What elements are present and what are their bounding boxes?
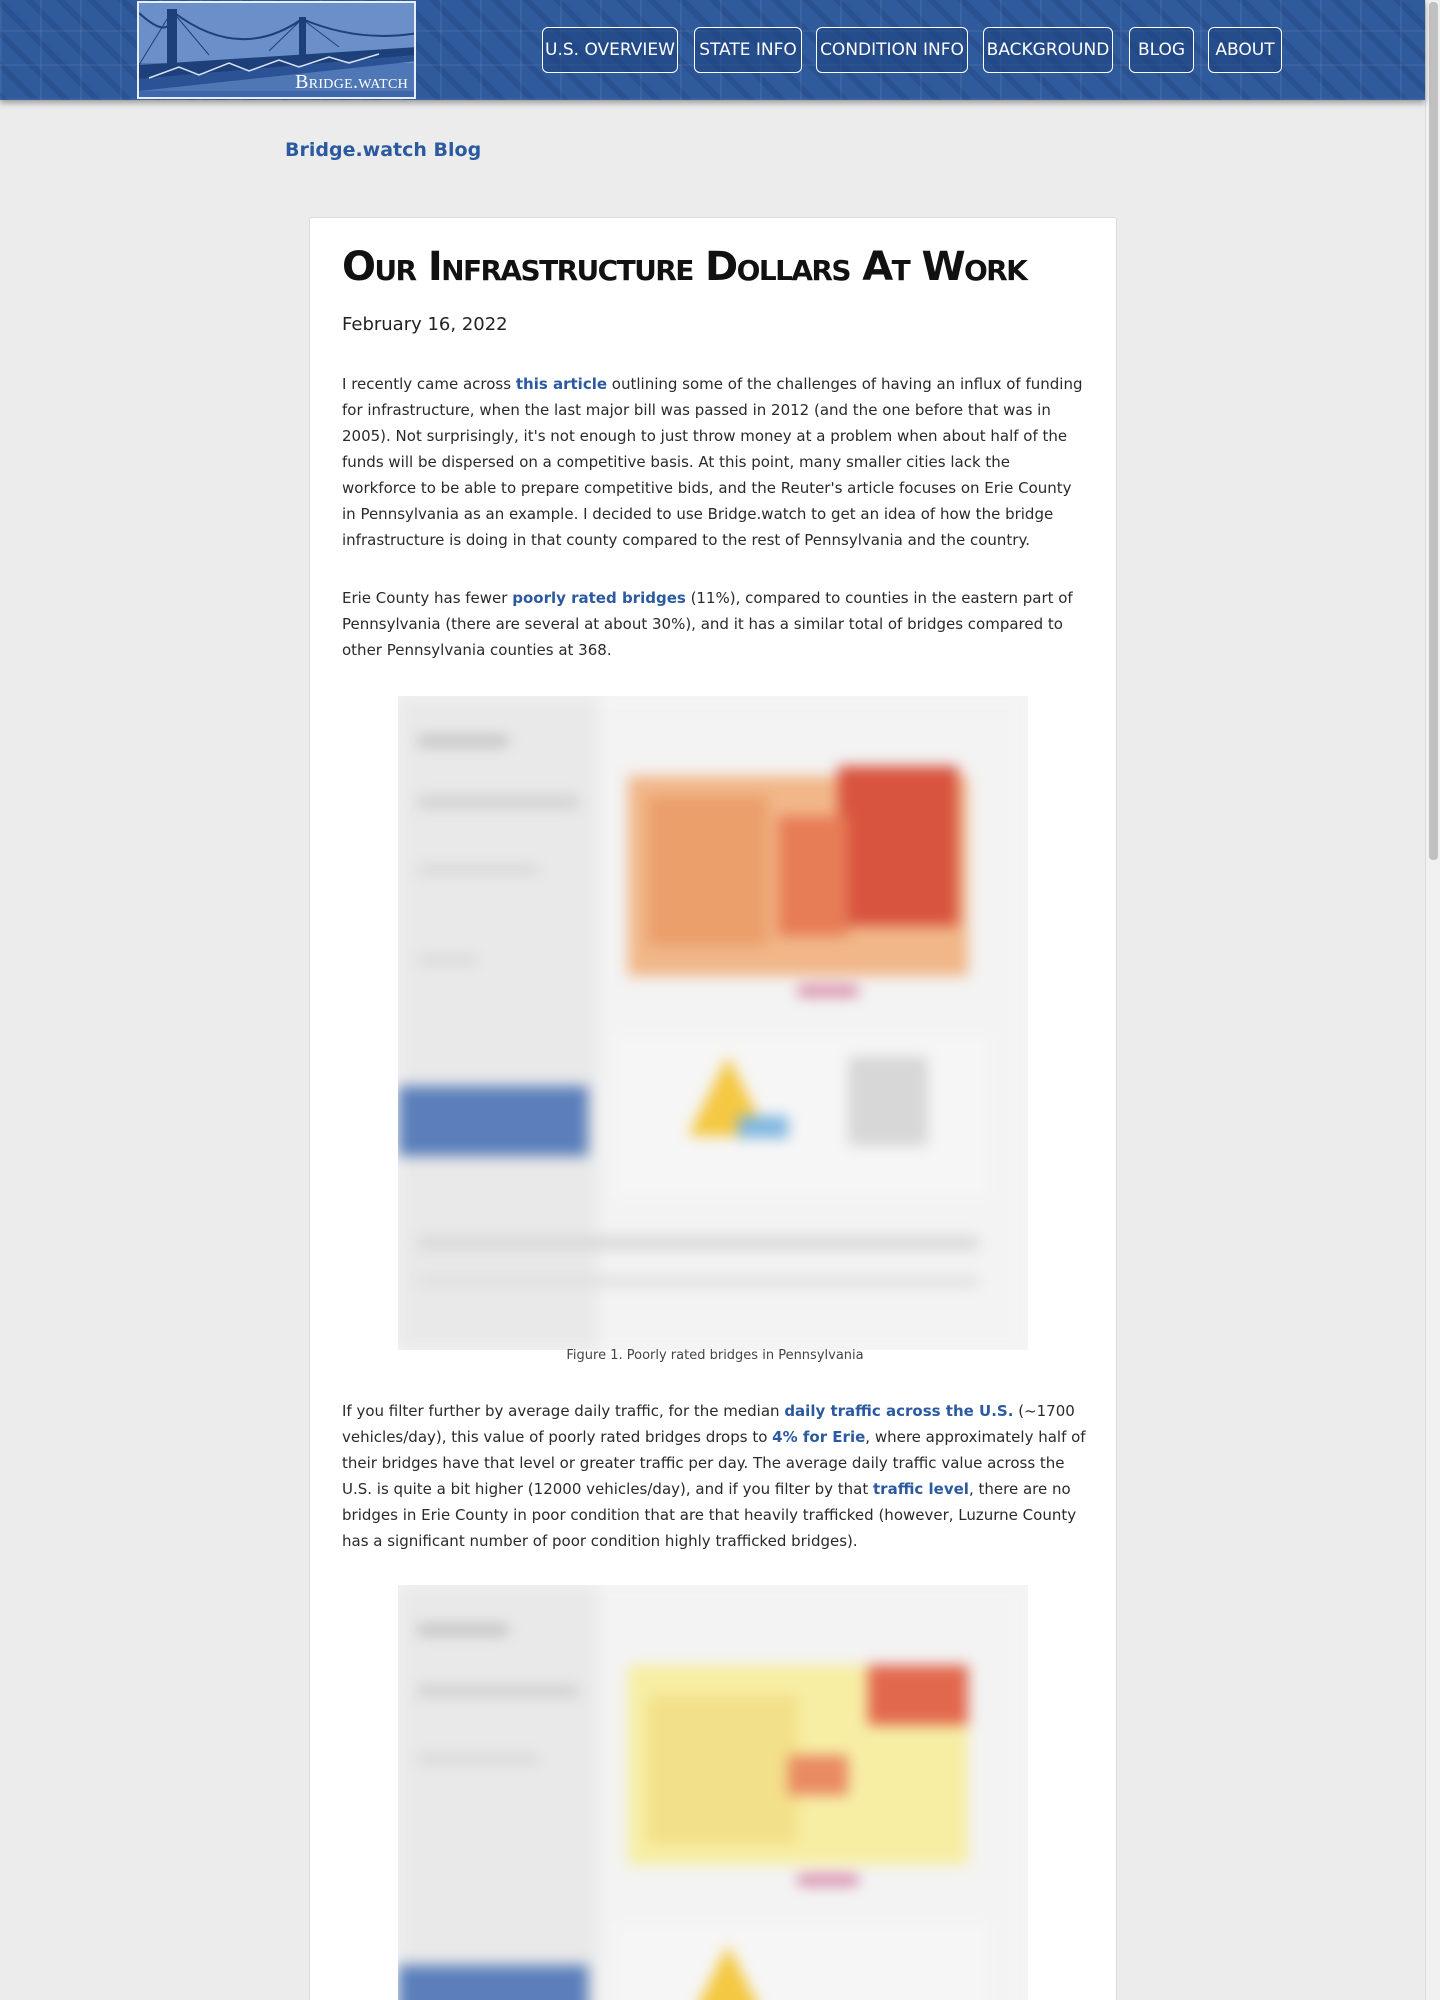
nav-about[interactable]: ABOUT (1208, 27, 1282, 73)
text: Erie County has fewer (342, 589, 513, 607)
post-title: Our Infrastructure Dollars At Work (342, 244, 1028, 290)
nav-blog[interactable]: BLOG (1129, 27, 1194, 73)
paragraph-3: If you filter further by average daily t… (342, 1398, 1088, 1554)
nav-background[interactable]: BACKGROUND (983, 27, 1113, 73)
blog-post-card: Our Infrastructure Dollars At Work Febru… (309, 217, 1117, 2000)
page-scrollbar[interactable] (1425, 0, 1440, 2000)
paragraph-2: Erie County has fewer poorly rated bridg… (342, 585, 1088, 663)
paragraph-1: I recently came across this article outl… (342, 371, 1088, 553)
post-date: February 16, 2022 (342, 314, 508, 335)
figure-2-image (398, 1585, 1028, 2000)
traffic-level-link[interactable]: traffic level (873, 1480, 969, 1498)
text: If you filter further by average daily t… (342, 1402, 785, 1420)
this-article-link[interactable]: this article (516, 375, 607, 393)
daily-traffic-us-link[interactable]: daily traffic across the U.S. (784, 1402, 1013, 1420)
erie-4-percent-link[interactable]: 4% for Erie (772, 1428, 865, 1446)
text: outlining some of the challenges of havi… (342, 375, 1083, 549)
site-logo[interactable]: Bridge.watch (137, 1, 416, 99)
nav-condition-info[interactable]: CONDITION INFO (816, 27, 968, 73)
nav-state-info[interactable]: STATE INFO (694, 27, 802, 73)
poorly-rated-bridges-link[interactable]: poorly rated bridges (512, 589, 686, 607)
text: I recently came across (342, 375, 516, 393)
nav-us-overview[interactable]: U.S. OVERVIEW (542, 27, 678, 73)
site-header: Bridge.watch U.S. OVERVIEW STATE INFO CO… (0, 0, 1425, 100)
figure-1-image (398, 696, 1028, 1350)
scrollbar-thumb[interactable] (1429, 2, 1438, 860)
logo-text: Bridge.watch (295, 71, 408, 93)
blog-home-link[interactable]: Bridge.watch Blog (285, 139, 481, 161)
figure-1-caption: Figure 1. Poorly rated bridges in Pennsy… (566, 1348, 864, 1363)
